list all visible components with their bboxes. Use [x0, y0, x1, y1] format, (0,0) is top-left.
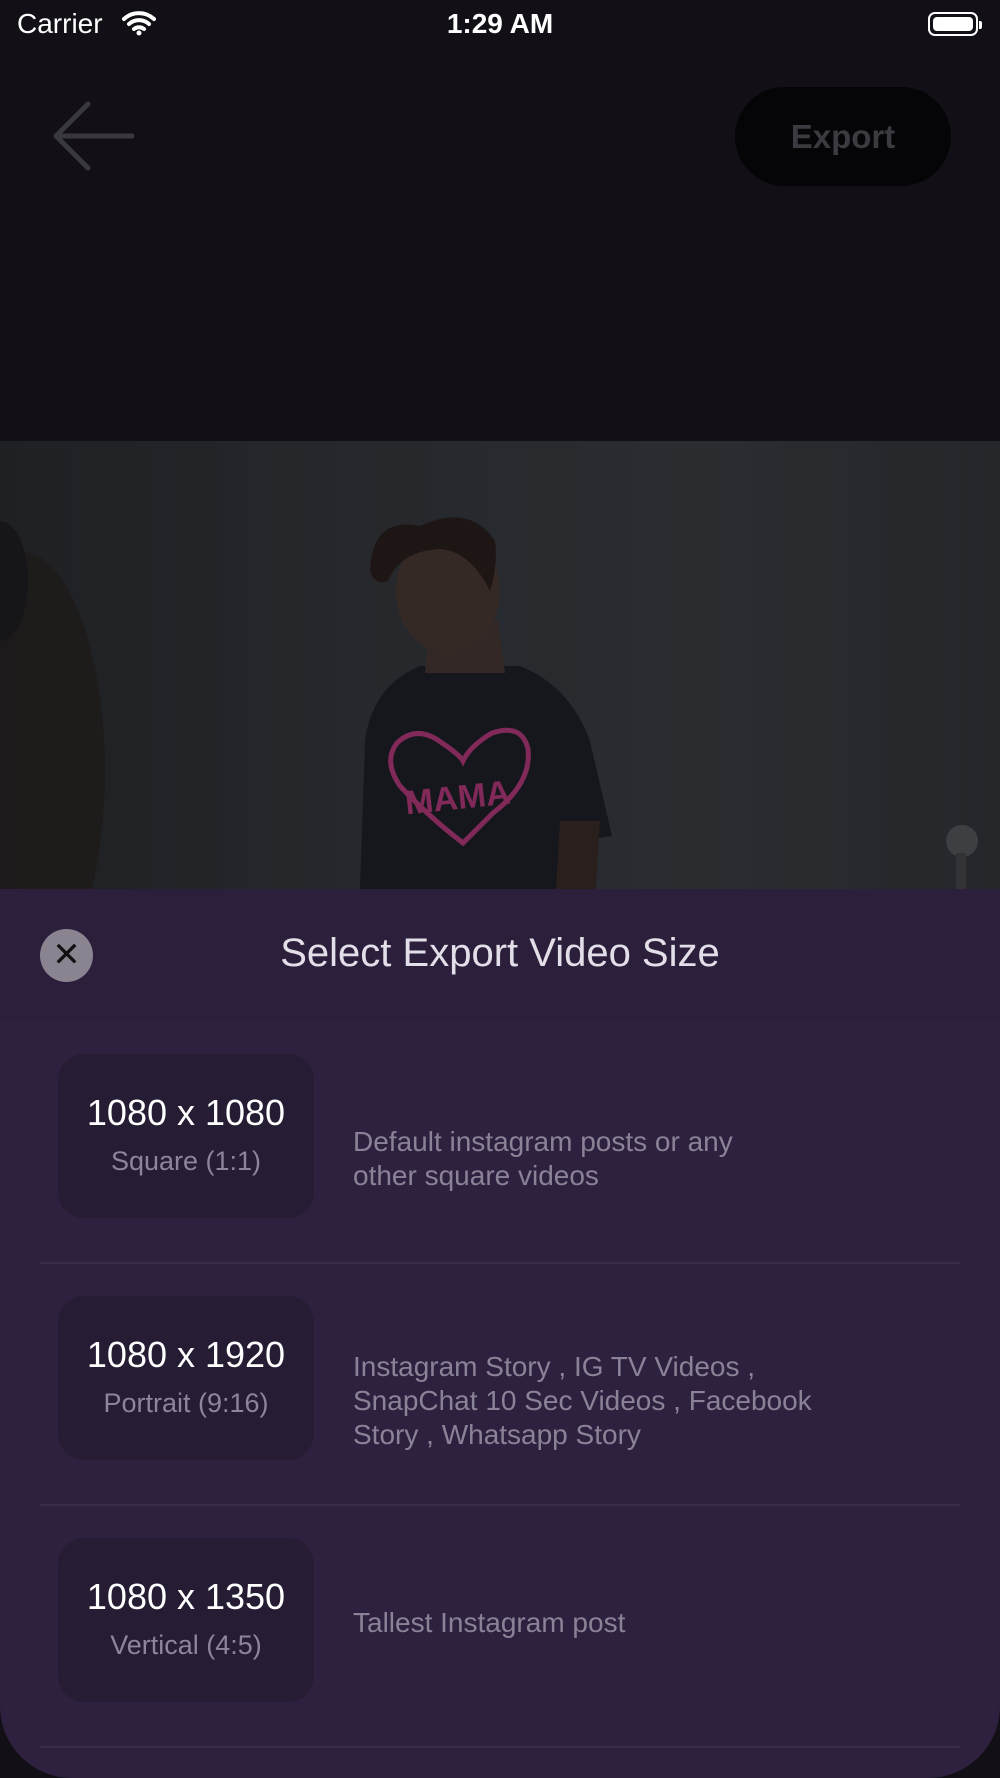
status-time: 1:29 AM [446, 8, 554, 39]
battery-icon [928, 12, 982, 36]
export-button[interactable]: Export [735, 87, 951, 186]
video-preview: MAMA [0, 441, 1000, 889]
status-bar: Carrier 1:29 AM [0, 0, 1000, 50]
sheet-header: ✕ Select Export Video Size [0, 889, 1000, 1022]
option-ratio: Vertical (4:5) [110, 1630, 262, 1660]
option-ratio: Square (1:1) [110, 1146, 262, 1176]
export-size-sheet: ✕ Select Export Video Size 1080 x 1080 S… [0, 889, 1000, 1778]
back-button[interactable] [48, 96, 138, 176]
option-size: 1080 x 1920 [86, 1334, 286, 1375]
option-vertical[interactable]: 1080 x 1350 Vertical (4:5) Tallest Insta… [40, 1506, 960, 1748]
option-portrait[interactable]: 1080 x 1920 Portrait (9:16) Instagram St… [40, 1264, 960, 1506]
option-size: 1080 x 1350 [86, 1576, 286, 1617]
size-card[interactable]: 1080 x 1080 Square (1:1) [58, 1054, 314, 1218]
size-card[interactable]: 1080 x 1350 Vertical (4:5) [58, 1538, 314, 1702]
option-description: Instagram Story , IG TV Videos , SnapCha… [353, 1351, 812, 1450]
option-description: Tallest Instagram post [353, 1607, 626, 1638]
option-ratio: Portrait (9:16) [103, 1388, 269, 1418]
arrow-left-icon [53, 101, 135, 171]
size-card[interactable]: 1080 x 1920 Portrait (9:16) [58, 1296, 314, 1460]
option-description: Default instagram posts or any other squ… [353, 1126, 733, 1191]
option-size: 1080 x 1080 [86, 1092, 286, 1133]
option-square[interactable]: 1080 x 1080 Square (1:1) Default instagr… [40, 1022, 960, 1264]
sheet-title: Select Export Video Size [280, 931, 720, 975]
